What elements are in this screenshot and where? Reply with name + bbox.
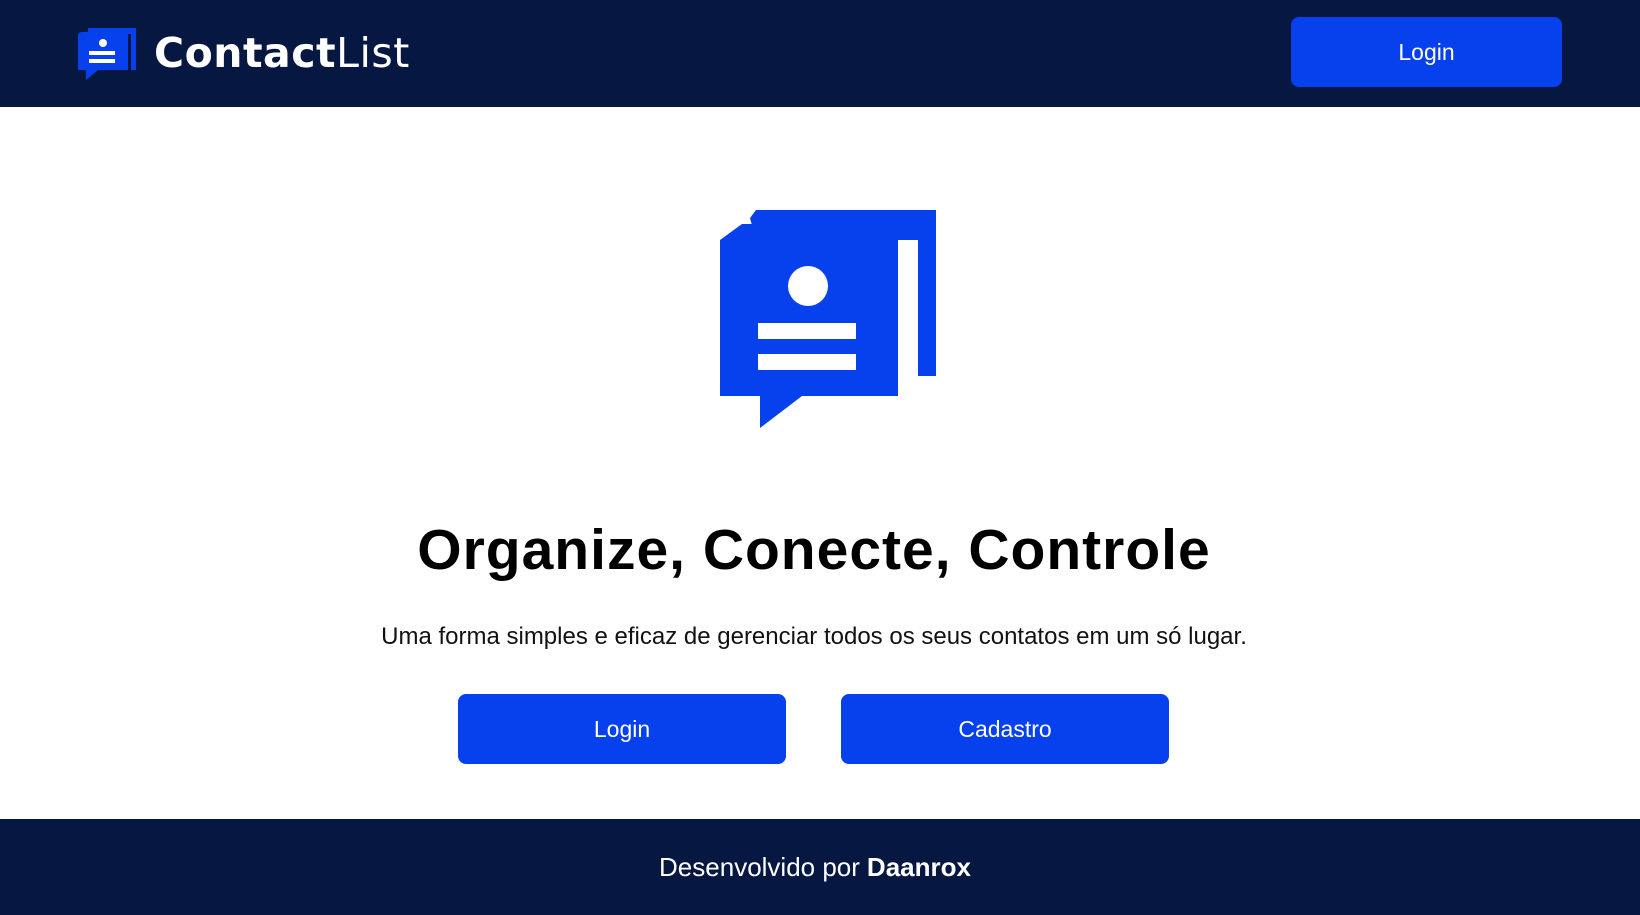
footer: Desenvolvido por Daanrox xyxy=(0,819,1640,915)
brand-name-light: List xyxy=(336,29,410,77)
brand-name-bold: Contact xyxy=(154,29,337,77)
top-navbar: ContactList Login xyxy=(0,0,1640,107)
footer-author: Daanrox xyxy=(866,851,971,882)
contact-book-chat-icon xyxy=(720,210,936,428)
header-login-button[interactable]: Login xyxy=(1291,17,1562,87)
page-headline: Organize, Conecte, Controle xyxy=(417,518,1211,582)
brand[interactable]: ContactList xyxy=(76,26,410,80)
page-subtitle: Uma forma simples e eficaz de gerenciar … xyxy=(381,623,1247,650)
login-button[interactable]: Login xyxy=(458,694,786,764)
brand-name: ContactList xyxy=(154,26,410,80)
contact-book-chat-icon xyxy=(78,28,136,80)
hero-section: Organize, Conecte, Controle Uma forma si… xyxy=(0,107,1640,819)
footer-prefix: Desenvolvido por xyxy=(659,851,860,882)
footer-credit: Desenvolvido por Daanrox xyxy=(659,852,971,883)
register-button[interactable]: Cadastro xyxy=(841,694,1169,764)
